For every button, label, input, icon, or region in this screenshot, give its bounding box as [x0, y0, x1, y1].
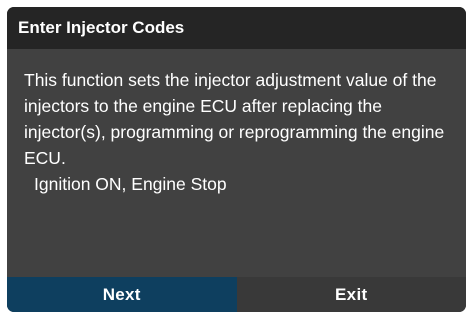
next-button[interactable]: Next	[7, 277, 237, 312]
dialog-message: This function sets the injector adjustme…	[24, 70, 445, 168]
exit-button[interactable]: Exit	[236, 277, 466, 312]
dialog-body: This function sets the injector adjustme…	[24, 67, 460, 197]
enter-injector-codes-dialog: Enter Injector Codes This function sets …	[7, 7, 466, 312]
dialog-title: Enter Injector Codes	[7, 7, 466, 49]
dialog-condition: Ignition ON, Engine Stop	[34, 174, 227, 194]
dialog-footer: Next Exit	[7, 277, 466, 312]
